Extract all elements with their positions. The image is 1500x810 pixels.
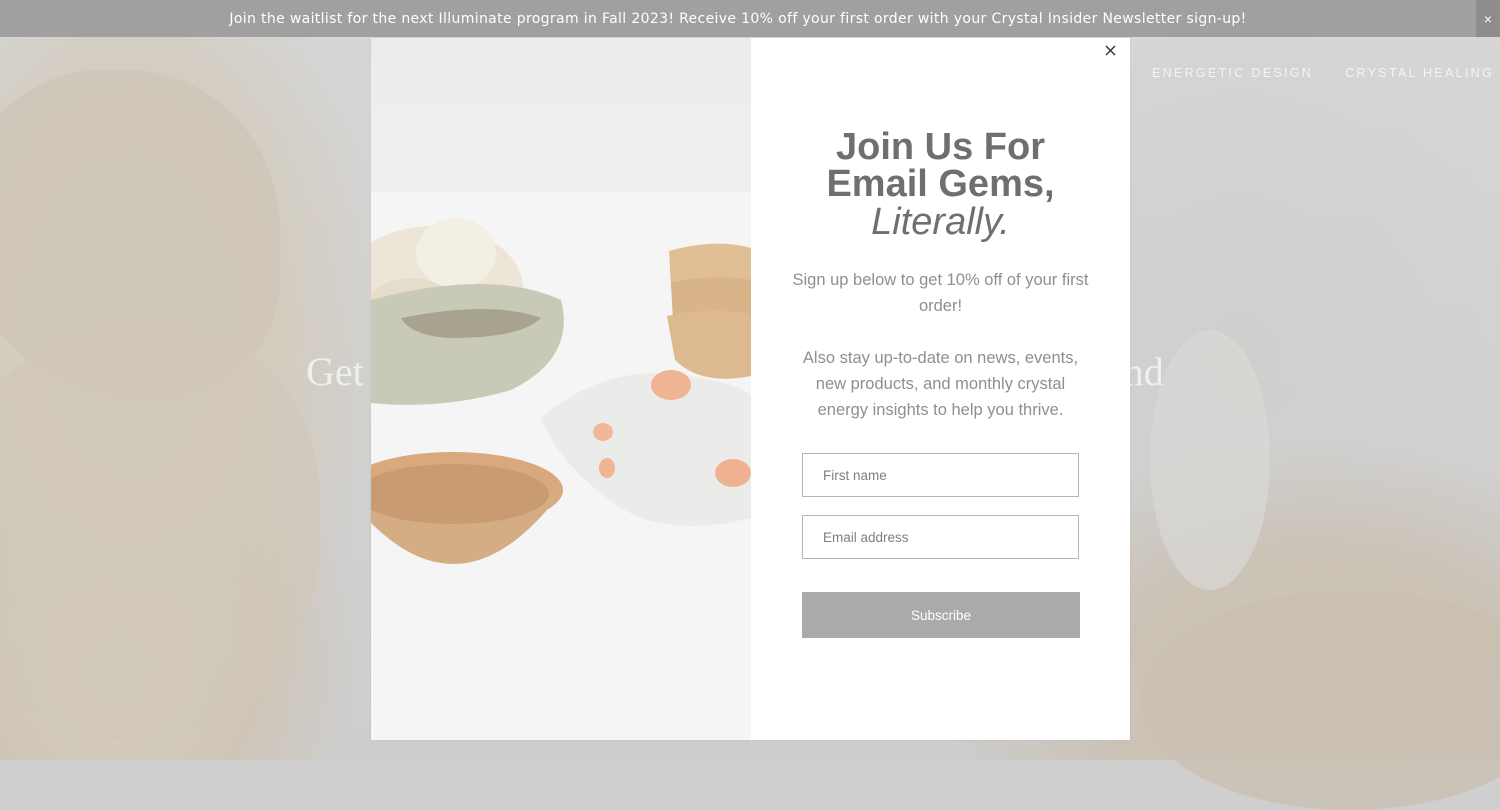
email-field[interactable] bbox=[802, 515, 1079, 559]
newsletter-description: Also stay up-to-date on news, events, ne… bbox=[802, 349, 1079, 419]
announcement-bar: Join the waitlist for the next Illuminat… bbox=[0, 0, 1500, 37]
heading-italic: Literally. bbox=[871, 201, 1010, 243]
background-rock bbox=[1140, 590, 1500, 810]
newsletter-popup: Join Us For Email Gems, Literally. Sign … bbox=[371, 38, 1130, 740]
popup-close-button[interactable] bbox=[1100, 40, 1120, 60]
hero-text-left: Get bbox=[306, 349, 364, 394]
announcement-close-button[interactable]: × bbox=[1476, 0, 1500, 37]
heading-line-2: Email Gems, bbox=[826, 163, 1055, 205]
announcement-text: Join the waitlist for the next Illuminat… bbox=[229, 10, 1247, 27]
crystal-bowls-image bbox=[371, 38, 751, 740]
first-name-field[interactable] bbox=[802, 453, 1079, 497]
nav-item-crystal-healing[interactable]: CRYSTAL HEALING bbox=[1345, 66, 1494, 80]
subscribe-button[interactable]: Subscribe bbox=[802, 592, 1080, 638]
heading-line-1: Join Us For bbox=[835, 126, 1046, 168]
popup-content: Join Us For Email Gems, Literally. Sign … bbox=[751, 38, 1130, 740]
close-icon: × bbox=[1483, 10, 1493, 27]
background-rock bbox=[0, 320, 320, 740]
main-navigation: AM ENERGETIC DESIGN CRYSTAL HEALING bbox=[1097, 66, 1494, 80]
close-icon bbox=[1105, 45, 1115, 55]
popup-heading: Join Us For Email Gems, Literally. bbox=[751, 126, 1130, 243]
discount-text: Sign up below to get 10% off of your fir… bbox=[792, 271, 1089, 315]
nav-item-energetic-design[interactable]: ENERGETIC DESIGN bbox=[1152, 66, 1313, 80]
crystal-bowls-illustration bbox=[371, 193, 751, 740]
background-rock bbox=[1150, 330, 1270, 590]
